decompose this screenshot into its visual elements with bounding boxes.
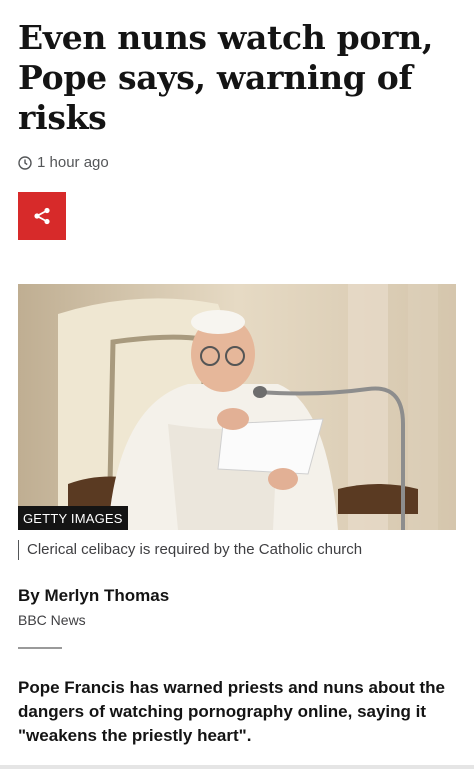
- article-intro: Pope Francis has warned priests and nuns…: [18, 676, 460, 748]
- intro-line: "weakens the priestly heart".: [18, 726, 252, 745]
- article: Even nuns watch porn, Pope says, warning…: [0, 0, 474, 769]
- share-icon: [34, 207, 50, 225]
- headline-line: Pope says, warning of: [18, 58, 413, 97]
- timestamp-text: 1 hour ago: [37, 154, 109, 171]
- byline-organisation: BBC News: [18, 612, 86, 628]
- share-button[interactable]: [18, 192, 66, 240]
- intro-line: dangers of watching pornography online, …: [18, 702, 427, 721]
- intro-line: Pope Francis has warned priests and nuns…: [18, 678, 445, 697]
- bottom-rule: [0, 765, 474, 769]
- clock-icon: [18, 155, 32, 170]
- article-image: GETTY IMAGES: [18, 284, 456, 530]
- pope-photo: [18, 284, 456, 530]
- divider: [18, 647, 62, 649]
- headline-line: risks: [18, 98, 107, 137]
- image-credit: GETTY IMAGES: [18, 506, 128, 530]
- byline-author: By Merlyn Thomas: [18, 586, 170, 605]
- image-caption: Clerical celibacy is required by the Cat…: [18, 540, 362, 560]
- headline: Even nuns watch porn, Pope says, warning…: [18, 18, 458, 138]
- timestamp: 1 hour ago: [18, 154, 109, 171]
- headline-line: Even nuns watch porn,: [18, 18, 434, 57]
